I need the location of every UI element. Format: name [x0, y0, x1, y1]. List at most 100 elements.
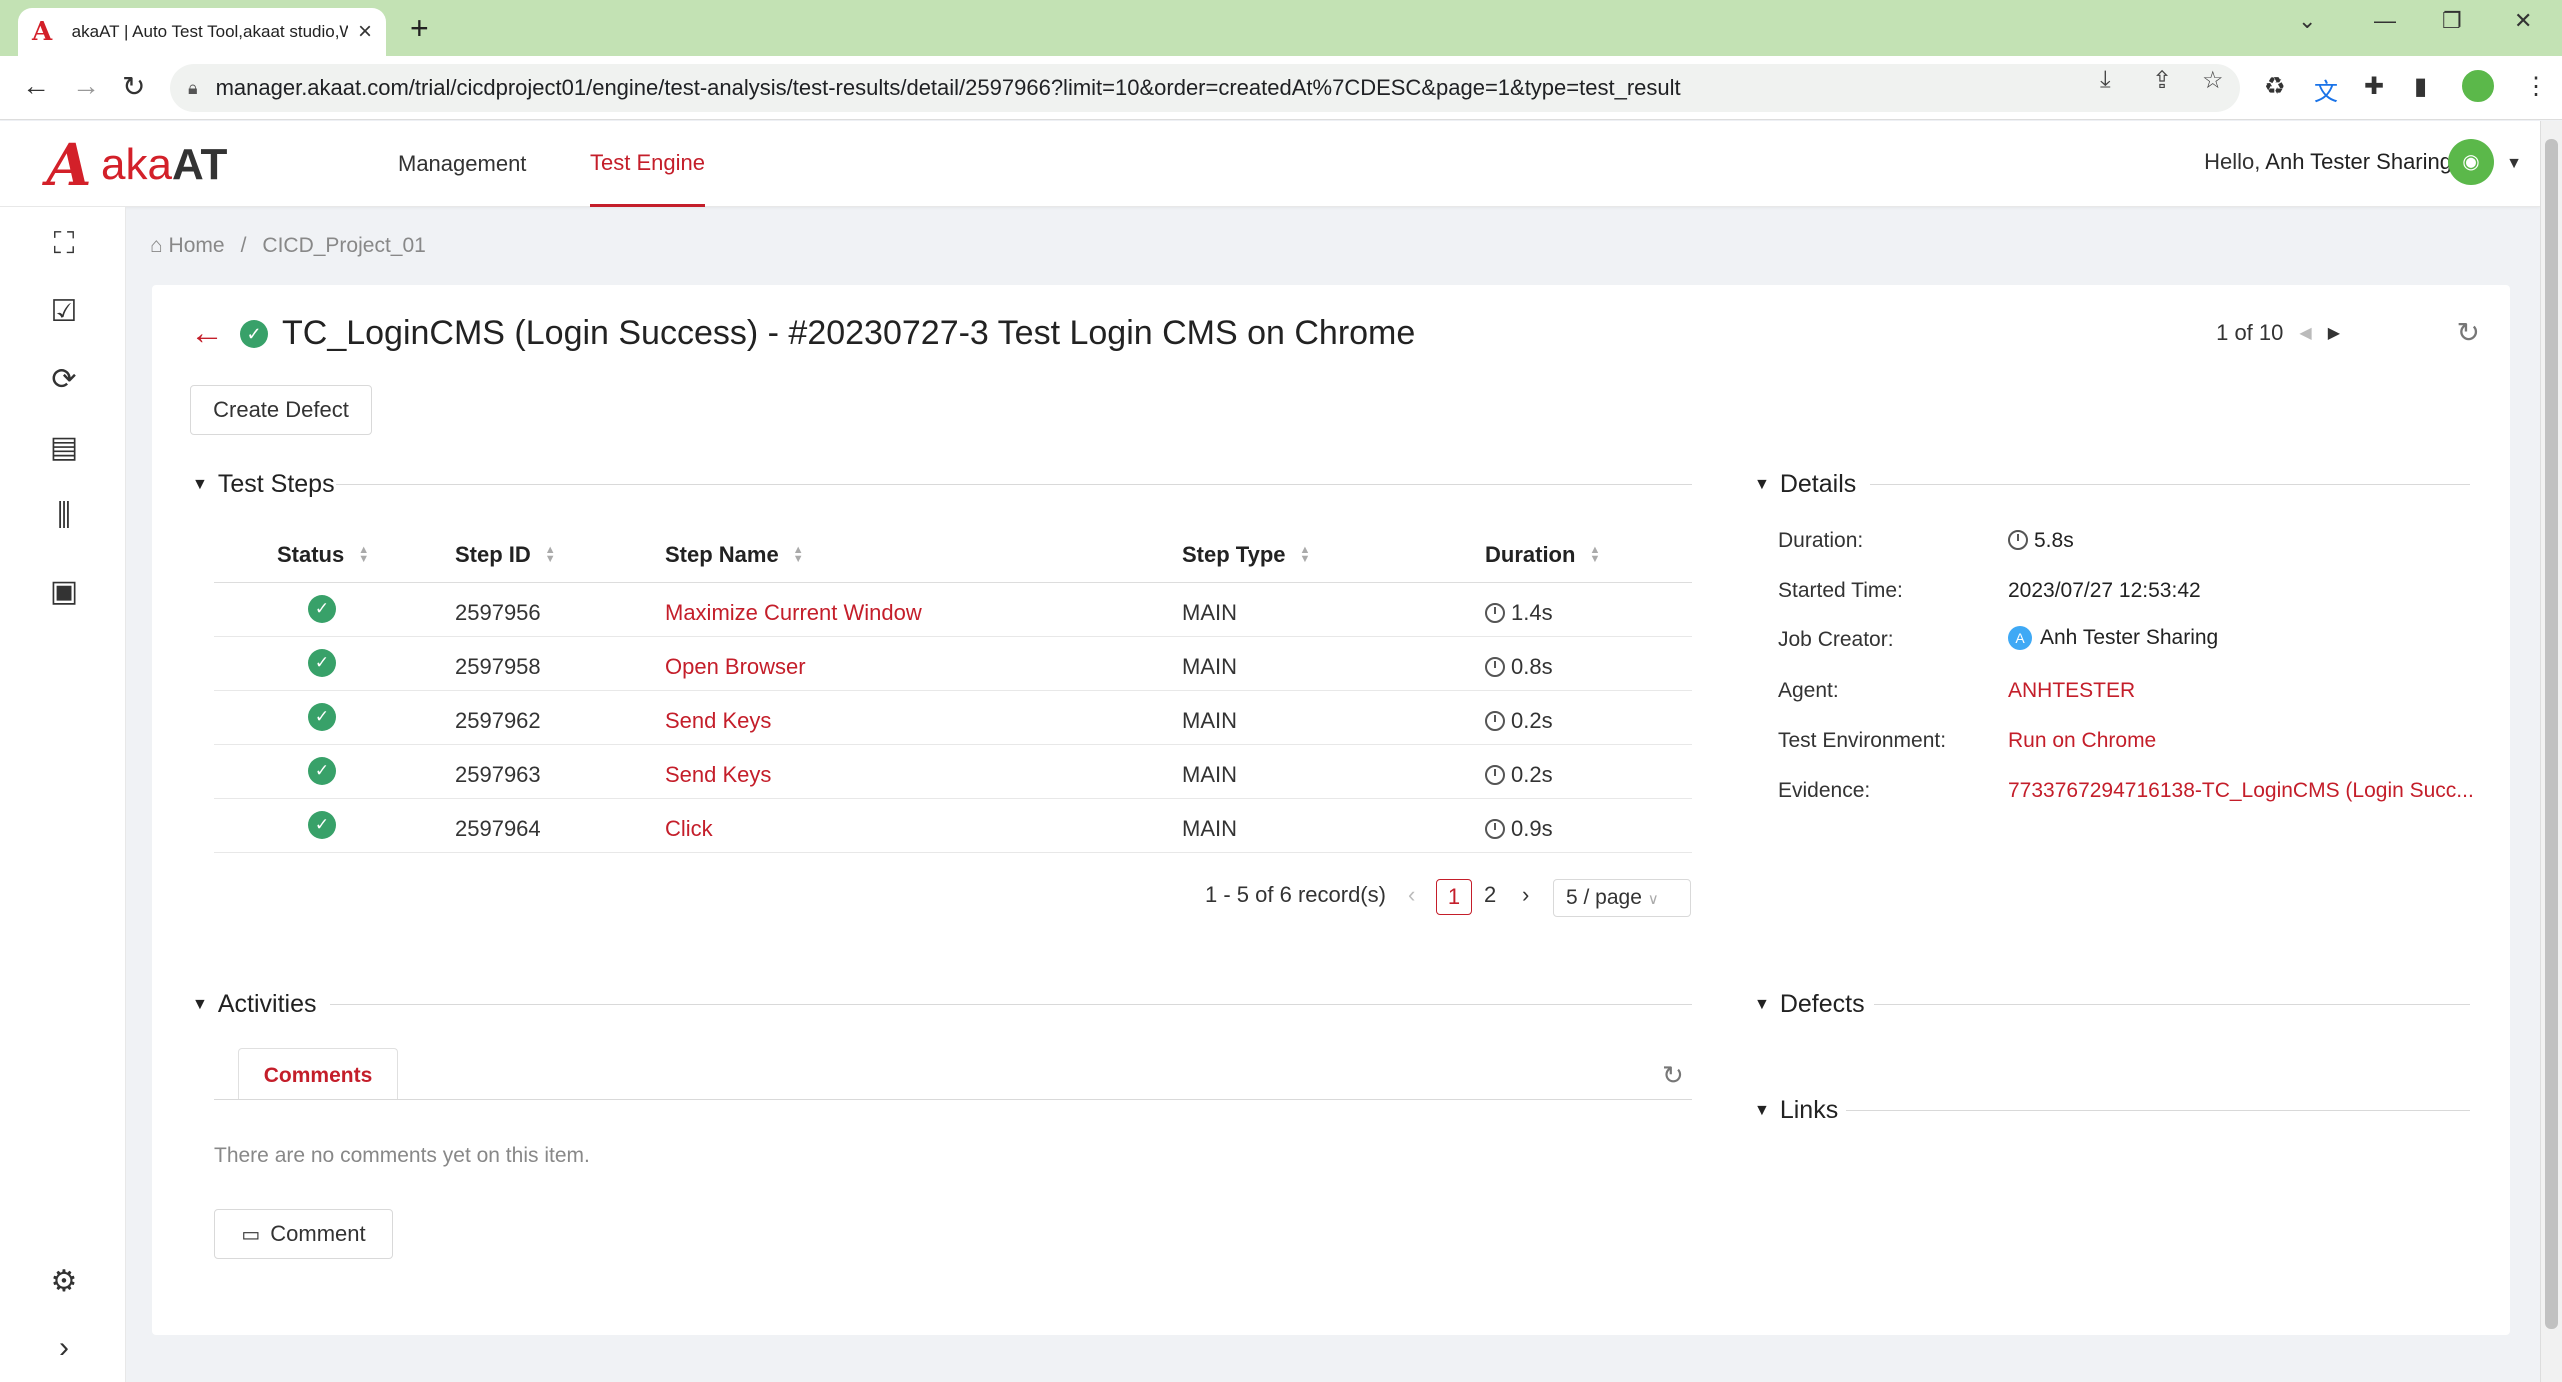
app-header: A akaAT Management Test Engine Hello, An… [0, 121, 2540, 207]
test-plan-calendar-check-icon[interactable]: ☑ [47, 295, 81, 329]
step-name-link[interactable]: Open Browser [665, 654, 806, 680]
empty-comments-text: There are no comments yet on this item. [214, 1144, 590, 1167]
test-document-icon[interactable]: ▤ [47, 431, 81, 465]
tab-comments[interactable]: Comments [238, 1048, 398, 1100]
sort-icon[interactable]: ▲ ▼ [545, 545, 556, 565]
col-duration[interactable]: Duration ▲ ▼ [1485, 542, 1600, 568]
tab-search-icon[interactable]: ⌄ [2298, 8, 2316, 34]
create-defect-button[interactable]: Create Defect [190, 385, 372, 435]
install-app-icon[interactable]: ⤓ [2100, 66, 2111, 94]
refresh-comments-icon[interactable]: ↻ [1662, 1060, 1684, 1091]
browser-tab[interactable]: A akaAT | Auto Test Tool,akaat studio,We… [18, 8, 386, 56]
settings-gear-icon[interactable]: ⚙ [47, 1265, 81, 1299]
step-name-link[interactable]: Click [665, 816, 713, 842]
sort-icon[interactable]: ▲ ▼ [358, 545, 369, 565]
caret-down-icon[interactable]: ▼ [2506, 155, 2522, 173]
next-page-icon[interactable]: › [1522, 882, 1529, 908]
user-greeting[interactable]: Hello, Anh Tester Sharing [2204, 149, 2452, 175]
back-arrow-icon[interactable]: ← [190, 314, 224, 353]
row-divider [214, 798, 1692, 799]
test-steps-header[interactable]: ▼ Test Steps [192, 470, 335, 499]
close-tab-icon[interactable]: × [358, 18, 372, 46]
passed-check-icon: ✓ [308, 595, 336, 623]
next-result-icon[interactable]: ▶ [2328, 323, 2340, 343]
address-bar[interactable]: 🔒︎ manager.akaat.com/trial/cicdproject01… [170, 64, 2240, 112]
forward-button[interactable]: → [72, 70, 100, 102]
translate-extension-icon[interactable]: 文 [2314, 72, 2338, 107]
divider [336, 484, 1692, 485]
url-text[interactable]: manager.akaat.com/trial/cicdproject01/en… [216, 75, 1681, 101]
reload-button[interactable]: ↻ [122, 70, 145, 103]
content-card [152, 285, 2510, 1335]
tab-title: akaAT | Auto Test Tool,akaat studio,Web [71, 22, 348, 41]
evidence-link[interactable]: 7733767294716138-TC_LoginCMS (Login Succ… [2008, 779, 2474, 803]
breadcrumb-home[interactable]: ⌂ Home [150, 234, 225, 258]
step-duration: 0.2s [1485, 762, 1553, 788]
col-step-id[interactable]: Step ID ▲ ▼ [455, 542, 556, 568]
user-avatar[interactable]: ◉ [2448, 139, 2494, 185]
clock-icon [2008, 530, 2028, 550]
test-steps-title: Test Steps [217, 470, 335, 498]
extension-recycle-icon[interactable]: ♻ [2264, 72, 2286, 101]
col-step-type[interactable]: Step Type ▲ ▼ [1182, 542, 1310, 568]
page-2-button[interactable]: 2 [1484, 882, 1496, 908]
col-status[interactable]: Status ▲ ▼ [277, 542, 369, 568]
duration-value: 0.9s [1511, 816, 1553, 841]
page-size-select[interactable]: 5 / page ∨ [1553, 879, 1691, 917]
logo-mark-icon: A [40, 131, 98, 199]
minimize-button[interactable]: — [2374, 8, 2396, 34]
page-1-button[interactable]: 1 [1436, 879, 1472, 915]
collapse-caret-icon: ▼ [1754, 475, 1770, 493]
profile-avatar[interactable] [2460, 68, 2496, 104]
divider [1846, 1110, 2470, 1111]
details-header[interactable]: ▼ Details [1754, 470, 1856, 499]
passed-check-icon: ✓ [308, 811, 336, 839]
agent-link[interactable]: ANHTESTER [2008, 679, 2135, 703]
extensions-puzzle-icon[interactable]: ✚ [2364, 72, 2384, 101]
step-duration: 1.4s [1485, 600, 1553, 626]
col-step-name[interactable]: Step Name ▲ ▼ [665, 542, 804, 568]
step-name-link[interactable]: Send Keys [665, 762, 771, 788]
sort-icon[interactable]: ▲ ▼ [1300, 545, 1311, 565]
analysis-chart-icon[interactable]: ⫼ [47, 499, 81, 533]
close-window-button[interactable]: ✕ [2514, 8, 2532, 34]
page-scrollbar[interactable] [2540, 121, 2562, 1382]
pagination-summary: 1 - 5 of 6 record(s) [1205, 882, 1386, 907]
result-pager: 1 of 10 ◀ ▶ [2216, 320, 2340, 346]
duration-label: Duration: [1778, 529, 1864, 552]
activities-header[interactable]: ▼ Activities [192, 990, 316, 1019]
scrollbar-thumb[interactable] [2545, 139, 2558, 1329]
links-header[interactable]: ▼ Links [1754, 1096, 1838, 1125]
restore-button[interactable]: ❐ [2442, 8, 2462, 34]
new-tab-button[interactable]: + [410, 10, 429, 47]
defects-header[interactable]: ▼ Defects [1754, 990, 1865, 1019]
breadcrumb-project[interactable]: CICD_Project_01 [262, 234, 425, 258]
back-button[interactable]: ← [22, 70, 50, 102]
dashboard-presentation-icon[interactable]: ⛶ [47, 227, 81, 261]
agent-monitor-icon[interactable]: ▣ [47, 575, 81, 609]
step-name-link[interactable]: Maximize Current Window [665, 600, 922, 626]
nav-management[interactable]: Management [398, 121, 526, 207]
test-execution-sync-icon[interactable]: ⟳ [47, 363, 81, 397]
menu-kebab-icon[interactable]: ⋮ [2524, 72, 2548, 101]
col-step-id-label: Step ID [455, 542, 531, 567]
prev-result-icon[interactable]: ◀ [2299, 323, 2311, 343]
comment-button[interactable]: ▭ Comment [214, 1209, 393, 1259]
nav-test-engine[interactable]: Test Engine [590, 121, 705, 207]
page-size-value: 5 / page [1566, 886, 1642, 909]
side-panel-icon[interactable]: ▮ [2414, 72, 2427, 101]
share-icon[interactable]: ⇪ [2152, 66, 2172, 95]
sort-icon[interactable]: ▲ ▼ [793, 545, 804, 565]
bookmark-star-icon[interactable]: ☆ [2202, 66, 2224, 95]
collapse-caret-icon: ▼ [192, 995, 208, 1013]
refresh-icon[interactable]: ↻ [2457, 316, 2480, 349]
akaat-logo[interactable]: A akaAT [40, 131, 228, 199]
step-name-link[interactable]: Send Keys [665, 708, 771, 734]
expand-sidebar-chevron-icon[interactable]: › [47, 1331, 81, 1365]
lock-icon[interactable]: 🔒︎ [188, 78, 198, 99]
step-id: 2597958 [455, 654, 541, 679]
logo-suffix: AT [171, 140, 228, 189]
prev-page-icon[interactable]: ‹ [1408, 882, 1415, 908]
test-environment-link[interactable]: Run on Chrome [2008, 729, 2156, 753]
sort-icon[interactable]: ▲ ▼ [1589, 545, 1600, 565]
